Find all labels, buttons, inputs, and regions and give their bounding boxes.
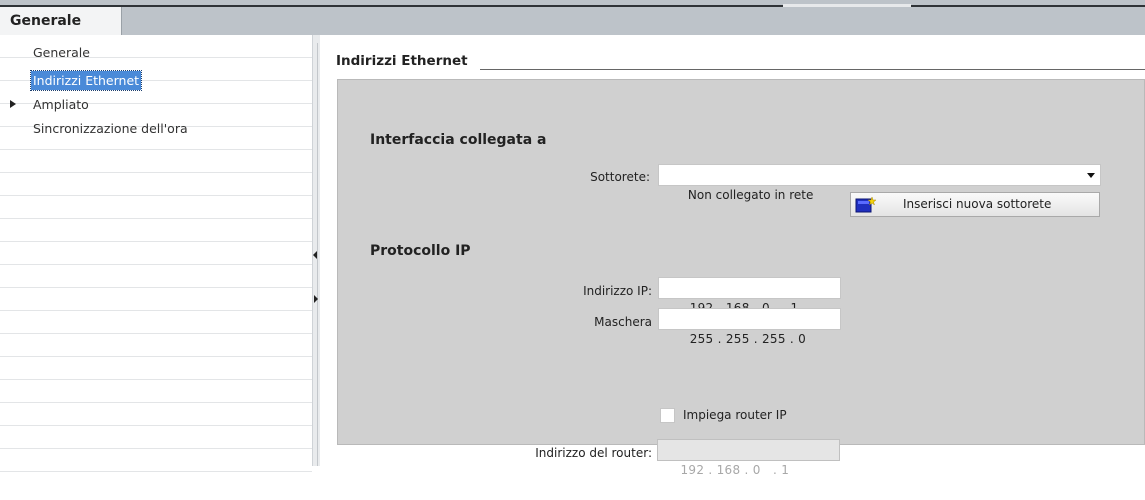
- nav-row: [0, 150, 312, 173]
- router-octet-2: 168: [716, 463, 741, 477]
- chevron-down-icon[interactable]: [1087, 173, 1095, 178]
- add-subnet-label: Inserisci nuova sottorete: [903, 197, 1052, 211]
- nav-item-ampliato[interactable]: Ampliato: [33, 95, 89, 114]
- property-navigation: Generale Indirizzi Ethernet Ampliato Sin…: [0, 35, 312, 472]
- subnet-value: Non collegato in rete: [687, 188, 814, 202]
- ip-address-field[interactable]: 192 . 168 . 0 . 1: [658, 277, 841, 315]
- nav-row: [0, 311, 312, 334]
- nav-row: [0, 357, 312, 380]
- subnet-mask-field[interactable]: 255 . 255 . 255 . 0: [658, 308, 841, 346]
- mask-octet-1[interactable]: 255: [690, 332, 714, 346]
- nav-row: [0, 334, 312, 357]
- nav-row: [0, 173, 312, 196]
- subnet-label: Sottorete:: [590, 170, 650, 184]
- router-octet-1: 192: [680, 463, 705, 477]
- router-octet-3: 0: [752, 463, 761, 477]
- ip-address-label: Indirizzo IP:: [583, 284, 652, 298]
- router-address-field[interactable]: 192 . 168 . 0 . 1: [657, 439, 840, 477]
- nav-item-indirizzi-ethernet[interactable]: Indirizzi Ethernet: [29, 70, 143, 91]
- collapse-left-icon[interactable]: [313, 251, 317, 259]
- mask-octet-3[interactable]: 255: [762, 332, 786, 346]
- section-divider: [480, 69, 1145, 70]
- nav-item-generale[interactable]: Generale: [33, 43, 90, 62]
- tab-generale[interactable]: Generale: [0, 7, 122, 35]
- expand-right-icon[interactable]: [314, 295, 318, 303]
- new-subnet-icon: [855, 196, 877, 213]
- router-address-label: Indirizzo del router:: [535, 446, 652, 460]
- ethernet-settings-panel: Interfaccia collegata a Sottorete: Non c…: [337, 79, 1145, 460]
- nav-row: [0, 403, 312, 426]
- section-title: Indirizzi Ethernet: [336, 53, 471, 69]
- nav-row: [0, 426, 312, 449]
- tab-bar: Generale: [0, 0, 1145, 35]
- property-content: Indirizzi Ethernet Interfaccia collegata…: [320, 35, 1145, 477]
- subnet-dropdown[interactable]: Non collegato in rete: [658, 164, 1101, 202]
- splitter-track: [317, 43, 318, 466]
- add-subnet-button[interactable]: Inserisci nuova sottorete: [850, 192, 1100, 217]
- ip-protocol-heading: Protocollo IP: [370, 243, 471, 259]
- interface-heading: Interfaccia collegata a: [370, 132, 547, 148]
- nav-row: [0, 288, 312, 311]
- nav-row: [0, 380, 312, 403]
- tab-bar-highlight: [783, 4, 911, 7]
- router-octet-4: 1: [781, 463, 790, 477]
- panel-splitter[interactable]: [312, 35, 320, 466]
- nav-row: [0, 219, 312, 242]
- tab-bar-top-line: [0, 5, 1145, 7]
- mask-octet-4[interactable]: 0: [798, 332, 806, 346]
- use-router-checkbox[interactable]: [660, 408, 675, 423]
- nav-row: [0, 449, 312, 472]
- nav-row: [0, 196, 312, 219]
- nav-row: [0, 242, 312, 265]
- subnet-mask-label: Maschera: [594, 315, 652, 329]
- nav-row: [0, 265, 312, 288]
- mask-octet-2[interactable]: 255: [726, 332, 750, 346]
- expand-arrow-icon[interactable]: [10, 100, 16, 108]
- use-router-label[interactable]: Impiega router IP: [683, 408, 787, 422]
- nav-item-sincronizzazione[interactable]: Sincronizzazione dell'ora: [33, 119, 188, 138]
